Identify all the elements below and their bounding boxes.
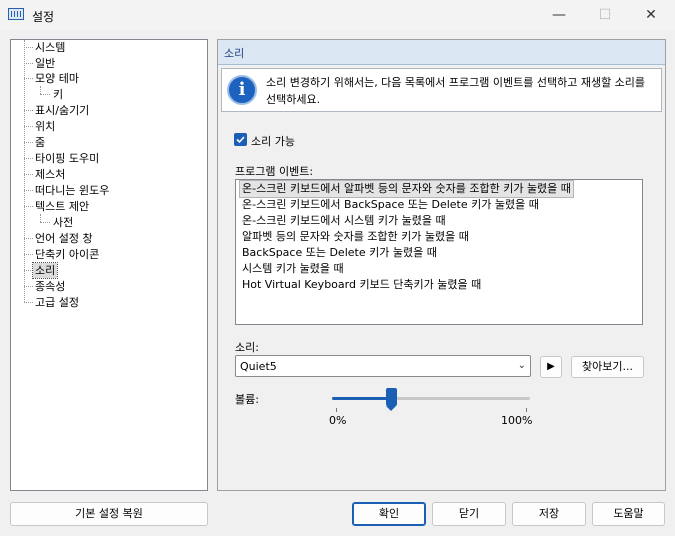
volume-label: 볼륨: <box>235 393 259 406</box>
sound-select[interactable]: Quiet5 ⌄ <box>235 355 531 377</box>
volume-max-label: 100% <box>501 414 533 427</box>
maximize-button: ☐ <box>598 7 612 23</box>
ok-button[interactable]: 확인 <box>352 502 426 526</box>
info-text: 소리 변경하기 위해서는, 다음 목록에서 프로그램 이벤트를 선택하고 재생할… <box>266 76 646 106</box>
info-box: i 소리 변경하기 위해서는, 다음 목록에서 프로그램 이벤트를 선택하고 재… <box>221 68 662 112</box>
sound-label: 소리: <box>235 341 259 354</box>
panel-header: 소리 <box>218 40 665 65</box>
help-button[interactable]: 도움말 <box>592 502 665 526</box>
sound-settings-panel: 소리 i 소리 변경하기 위해서는, 다음 목록에서 프로그램 이벤트를 선택하… <box>217 39 666 491</box>
program-events-list[interactable]: 온-스크린 키보드에서 알파벳 등의 문자와 숫자를 조합한 키가 눌렸을 때 … <box>235 179 643 325</box>
window-title: 설정 <box>32 10 55 24</box>
enable-sound-label[interactable]: 소리 가능 <box>251 133 295 149</box>
event-item[interactable]: 알파벳 등의 문자와 숫자를 조합한 키가 눌렸을 때 <box>240 229 471 245</box>
volume-min-label: 0% <box>329 414 347 427</box>
close-button[interactable]: 닫기 <box>432 502 506 526</box>
program-events-label: 프로그램 이벤트: <box>235 165 314 178</box>
browse-button[interactable]: 찾아보기... <box>571 356 644 378</box>
event-item[interactable]: 온-스크린 키보드에서 알파벳 등의 문자와 숫자를 조합한 키가 눌렸을 때 <box>239 180 574 198</box>
event-item[interactable]: 온-스크린 키보드에서 시스템 키가 눌렸을 때 <box>240 213 448 229</box>
volume-fill <box>332 397 392 400</box>
settings-tree[interactable]: 시스템 일반 모양 테마 키 표시/숨기기 위치 줌 타이핑 도우미 제스처 떠… <box>10 39 208 491</box>
volume-slider-thumb[interactable] <box>386 388 398 411</box>
info-icon: i <box>227 75 257 105</box>
volume-tick-min <box>336 408 337 412</box>
chevron-down-icon: ⌄ <box>517 360 526 371</box>
event-item[interactable]: BackSpace 또는 Delete 키가 눌렸을 때 <box>240 245 439 261</box>
panel-title: 소리 <box>224 47 245 60</box>
play-icon: ▶ <box>547 361 555 372</box>
sound-select-value: Quiet5 <box>240 360 277 373</box>
close-window-button[interactable]: ✕ <box>628 0 674 30</box>
reset-defaults-button[interactable]: 기본 설정 복원 <box>10 502 208 526</box>
volume-tick-max <box>526 408 527 412</box>
play-sound-button[interactable]: ▶ <box>540 356 562 378</box>
event-item[interactable]: 온-스크린 키보드에서 BackSpace 또는 Delete 키가 눌렸을 때 <box>240 197 541 213</box>
event-item[interactable]: Hot Virtual Keyboard 키보드 단축키가 눌렸을 때 <box>240 277 483 293</box>
event-item[interactable]: 시스템 키가 눌렸을 때 <box>240 261 346 277</box>
minimize-button[interactable]: — <box>536 0 582 30</box>
save-button[interactable]: 저장 <box>512 502 586 526</box>
keyboard-icon <box>8 8 24 20</box>
enable-sound-checkbox[interactable] <box>234 133 247 146</box>
title-bar: 설정 — ☐ ✕ <box>0 0 675 30</box>
